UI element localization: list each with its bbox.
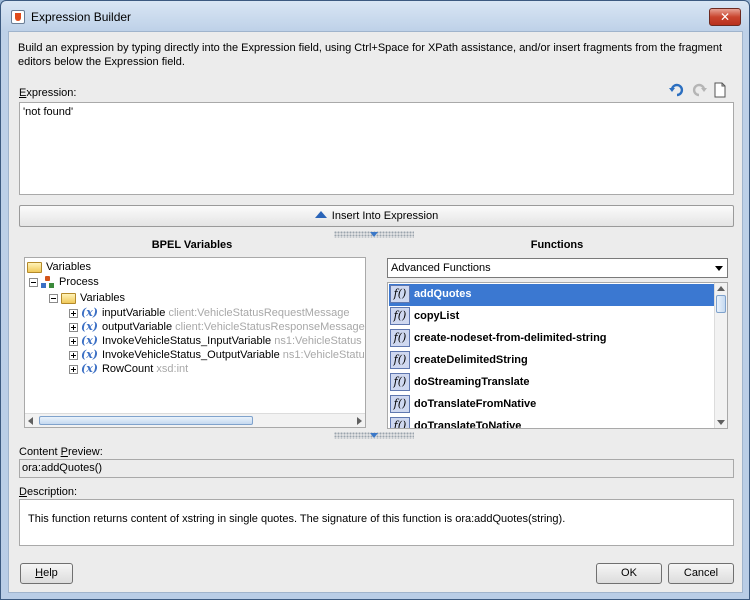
tree-node-input-variable[interactable]: (x) inputVariable client:VehicleStatusReq… (69, 306, 349, 320)
folder-icon (61, 292, 76, 304)
expand-icon[interactable] (69, 336, 78, 346)
function-icon: f() (390, 329, 410, 348)
collapse-icon[interactable] (29, 277, 38, 287)
close-button[interactable]: ✕ (709, 8, 741, 26)
tree-node-row-count[interactable]: (x) RowCount xsd:int (69, 362, 188, 376)
variable-icon: (x) (81, 320, 98, 334)
function-item-dotranslatetonative[interactable]: f() doTranslateToNative (389, 416, 714, 428)
variable-icon: (x) (81, 334, 98, 348)
tree-node-invoke-output-variable[interactable]: (x) InvokeVehicleStatus_OutputVariable ns… (69, 348, 365, 362)
function-category-select[interactable]: Advanced Functions (387, 258, 728, 278)
undo-icon[interactable] (669, 82, 685, 98)
functions-heading: Functions (530, 239, 584, 251)
function-icon: f() (390, 395, 410, 414)
clear-icon[interactable] (712, 82, 728, 98)
scrollbar-thumb[interactable] (716, 295, 726, 313)
tree-horizontal-scrollbar[interactable] (25, 413, 365, 427)
folder-icon (27, 261, 42, 273)
description-field: This function returns content of xstring… (19, 499, 734, 546)
window-title: Expression Builder (31, 10, 132, 24)
collapse-arrow-icon[interactable] (370, 232, 378, 237)
scrollbar-thumb[interactable] (39, 416, 253, 425)
tree-node-process[interactable]: Process (29, 275, 99, 289)
expand-icon[interactable] (69, 350, 78, 360)
function-icon: f() (390, 417, 410, 428)
redo-icon[interactable] (691, 82, 707, 98)
tree-node-invoke-input-variable[interactable]: (x) InvokeVehicleStatus_InputVariable ns1… (69, 334, 362, 348)
expression-label: Expression: (19, 87, 77, 99)
functions-vertical-scrollbar[interactable] (714, 283, 727, 428)
collapse-arrow-icon[interactable] (370, 433, 378, 438)
variable-icon: (x) (81, 362, 98, 376)
description-label: Description: (19, 486, 78, 498)
expand-icon[interactable] (69, 308, 78, 318)
function-icon: f() (390, 307, 410, 326)
up-arrow-icon (314, 210, 327, 218)
bpel-variables-heading: BPEL Variables (151, 239, 233, 251)
tree-node-output-variable[interactable]: (x) outputVariable client:VehicleStatusRe… (69, 320, 365, 334)
functions-list[interactable]: f() addQuotes f() copyList f() create-nodes… (387, 282, 728, 429)
expression-builder-window: Expression Builder ✕ Build an expression… (0, 0, 750, 600)
insert-into-expression-button[interactable]: Insert Into Expression (19, 205, 734, 227)
function-item-createdelimitedstring[interactable]: f() createDelimitedString (389, 350, 714, 372)
tree-node-variables[interactable]: Variables (49, 291, 125, 305)
content-preview-field: ora:addQuotes() (19, 459, 734, 478)
content-preview-label: Content Preview: (19, 446, 103, 458)
expand-icon[interactable] (69, 322, 78, 332)
collapse-icon[interactable] (49, 293, 58, 303)
scroll-right-icon[interactable] (357, 417, 362, 425)
function-icon: f() (390, 285, 410, 304)
cancel-button[interactable]: Cancel (668, 563, 734, 584)
title-bar[interactable]: Expression Builder ✕ (1, 1, 749, 31)
bpel-variables-tree[interactable]: Variables Process Variables (x) inputVari… (24, 257, 366, 428)
java-app-icon (11, 10, 25, 24)
scroll-down-icon[interactable] (717, 420, 725, 425)
function-item-dotranslatefromnative[interactable]: f() doTranslateFromNative (389, 394, 714, 416)
expression-input[interactable]: 'not found' (19, 102, 734, 195)
scroll-up-icon[interactable] (717, 286, 725, 291)
chevron-down-icon (715, 266, 723, 271)
function-item-copylist[interactable]: f() copyList (389, 306, 714, 328)
function-item-create-nodeset[interactable]: f() create-nodeset-from-delimited-string (389, 328, 714, 350)
function-icon: f() (390, 373, 410, 392)
variable-icon: (x) (81, 348, 98, 362)
variable-icon: (x) (81, 306, 98, 320)
expand-icon[interactable] (69, 364, 78, 374)
dialog-body: Build an expression by typing directly i… (8, 31, 743, 593)
ok-button[interactable]: OK (596, 563, 662, 584)
scroll-left-icon[interactable] (28, 417, 33, 425)
function-item-addquotes[interactable]: f() addQuotes (389, 284, 714, 306)
function-icon: f() (390, 351, 410, 370)
tree-node-variables-root[interactable]: Variables (27, 260, 91, 274)
process-icon (41, 275, 55, 289)
function-item-dostreamingtranslate[interactable]: f() doStreamingTranslate (389, 372, 714, 394)
help-button[interactable]: Help (20, 563, 73, 584)
intro-text: Build an expression by typing directly i… (18, 42, 723, 68)
